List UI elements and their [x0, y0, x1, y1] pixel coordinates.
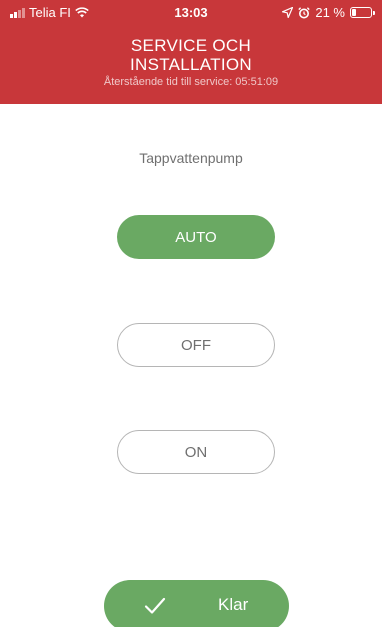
page-title-line-2: INSTALLATION	[130, 55, 252, 74]
service-countdown: Återstående tid till service: 05:51:09	[103, 76, 279, 88]
app-header: Telia FI 13:03 21 % SERVICE OCH INSTALLA…	[0, 0, 382, 104]
mode-off-button[interactable]: OFF	[117, 323, 275, 367]
battery-percent: 21 %	[315, 5, 345, 20]
location-arrow-icon	[282, 7, 294, 18]
done-button[interactable]: Klar	[104, 580, 289, 627]
battery-icon	[350, 7, 375, 18]
checkmark-icon	[144, 597, 166, 614]
alarm-clock-icon	[298, 6, 311, 18]
section-label: Tappvattenpump	[139, 150, 243, 166]
status-right: 21 %	[282, 5, 375, 20]
page-title: SERVICE OCH INSTALLATION	[0, 36, 382, 74]
status-bar: Telia FI 13:03 21 %	[0, 0, 382, 26]
done-button-label: Klar	[218, 595, 249, 614]
page-title-line-1: SERVICE OCH	[130, 36, 252, 55]
mode-on-button[interactable]: ON	[117, 430, 275, 474]
mode-auto-button[interactable]: AUTO	[117, 215, 275, 259]
battery-level-fill	[352, 9, 356, 16]
